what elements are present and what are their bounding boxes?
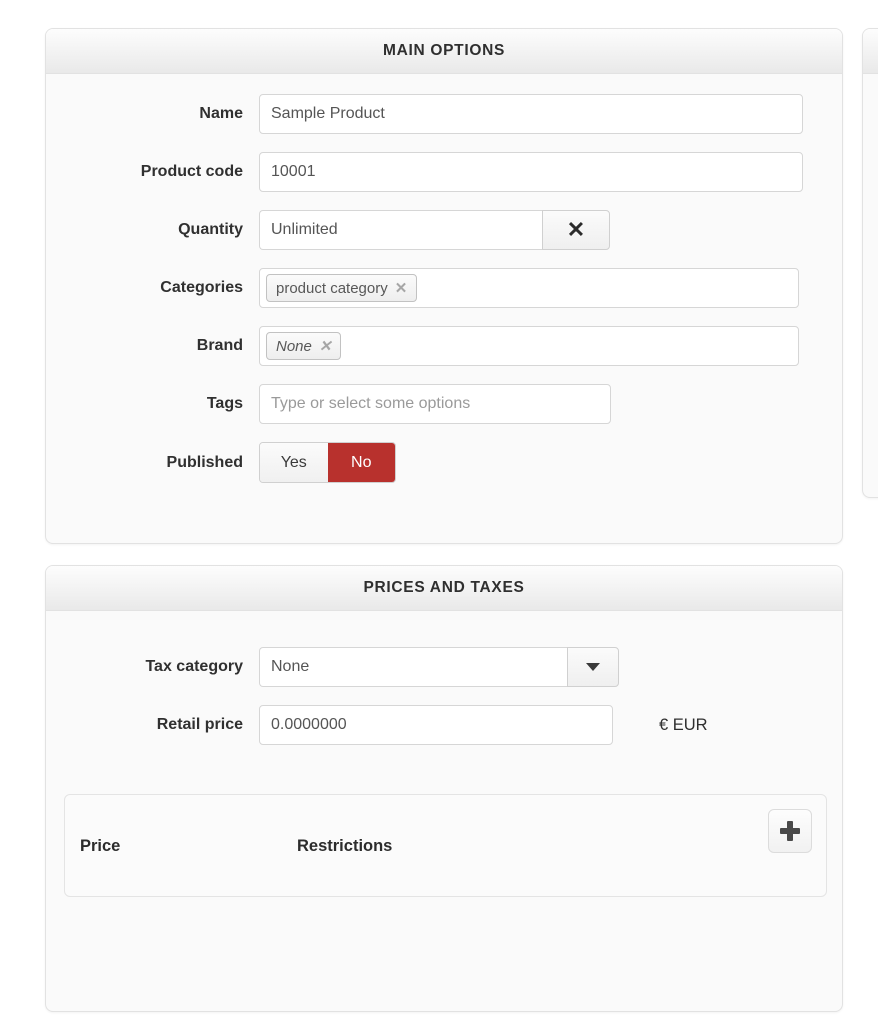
column-header-price: Price [80,837,121,855]
quantity-field-wrap: Unlimited ✕ [259,210,610,250]
brand-label: Brand [196,337,243,354]
price-restrictions-table: Price Restrictions [64,794,827,897]
quantity-clear-button[interactable]: ✕ [542,210,610,250]
prices-and-taxes-header: PRICES AND TAXES [46,566,842,611]
field-row-tax-category: Tax category None [46,647,842,687]
main-options-panel: MAIN OPTIONS Name Sample Product Product… [45,28,843,544]
price-restrictions-header: Price Restrictions [65,795,826,896]
main-options-header: MAIN OPTIONS [46,29,842,74]
currency-label: € EUR [659,715,708,734]
secondary-panel-header [863,29,878,74]
name-input[interactable]: Sample Product [259,94,803,134]
categories-label: Categories [160,279,243,296]
brand-chip[interactable]: None ✕ [266,332,342,360]
brand-field-wrap: None ✕ [259,326,799,366]
close-icon: ✕ [566,217,586,242]
tags-field-wrap: Type or select some options [259,384,611,424]
secondary-panel-clipped [862,28,878,498]
tags-input[interactable]: Type or select some options [259,384,611,424]
published-option-no[interactable]: No [327,443,395,482]
prices-and-taxes-body: Tax category None Retail price 0.0000000… [46,647,842,897]
panel-title: PRICES AND TAXES [363,579,525,596]
product-code-label: Product code [140,163,243,180]
product-code-field-wrap: 10001 [259,152,803,192]
retail-price-field-wrap: 0.0000000 € EUR [259,705,708,745]
add-price-button[interactable] [768,809,812,853]
published-toggle[interactable]: Yes No [259,442,396,483]
column-header-restrictions: Restrictions [297,837,393,855]
name-label: Name [199,105,243,122]
retail-price-input[interactable]: 0.0000000 [259,705,613,745]
quantity-input[interactable]: Unlimited [259,210,542,250]
categories-tag-input[interactable]: product category ✕ [259,268,799,308]
field-row-retail-price: Retail price 0.0000000 € EUR [46,705,842,745]
plus-icon [779,820,801,842]
field-row-product-code: Product code 10001 [46,152,842,192]
chip-label: None [276,337,312,355]
panel-title: MAIN OPTIONS [382,42,506,59]
close-icon[interactable]: ✕ [319,339,332,354]
close-icon[interactable]: ✕ [395,281,408,296]
chevron-down-icon [586,663,600,671]
prices-and-taxes-panel: PRICES AND TAXES Tax category None Retai… [45,565,843,1012]
quantity-label: Quantity [178,221,243,238]
field-row-tags: Tags Type or select some options [46,384,842,424]
product-edit-screen: MAIN OPTIONS Name Sample Product Product… [0,0,878,1020]
field-row-name: Name Sample Product [46,94,842,134]
tax-category-dropdown-button[interactable] [567,647,619,687]
published-label: Published [166,453,243,471]
field-row-quantity: Quantity Unlimited ✕ [46,210,842,250]
retail-price-label: Retail price [156,716,243,733]
tax-category-label: Tax category [145,658,243,675]
field-row-categories: Categories product category ✕ [46,268,842,308]
tax-category-field-wrap: None [259,647,619,687]
brand-tag-input[interactable]: None ✕ [259,326,799,366]
product-code-input[interactable]: 10001 [259,152,803,192]
field-row-published: Published Yes No [46,442,842,483]
tax-category-select[interactable]: None [259,647,567,687]
categories-field-wrap: product category ✕ [259,268,799,308]
tags-label: Tags [206,395,243,412]
published-option-yes[interactable]: Yes [260,443,328,482]
name-field-wrap: Sample Product [259,94,803,134]
category-chip[interactable]: product category ✕ [266,274,418,302]
main-options-body: Name Sample Product Product code 10001 Q… [46,94,842,483]
chip-label: product category [276,279,388,297]
field-row-brand: Brand None ✕ [46,326,842,366]
published-field-wrap: Yes No [259,442,396,483]
